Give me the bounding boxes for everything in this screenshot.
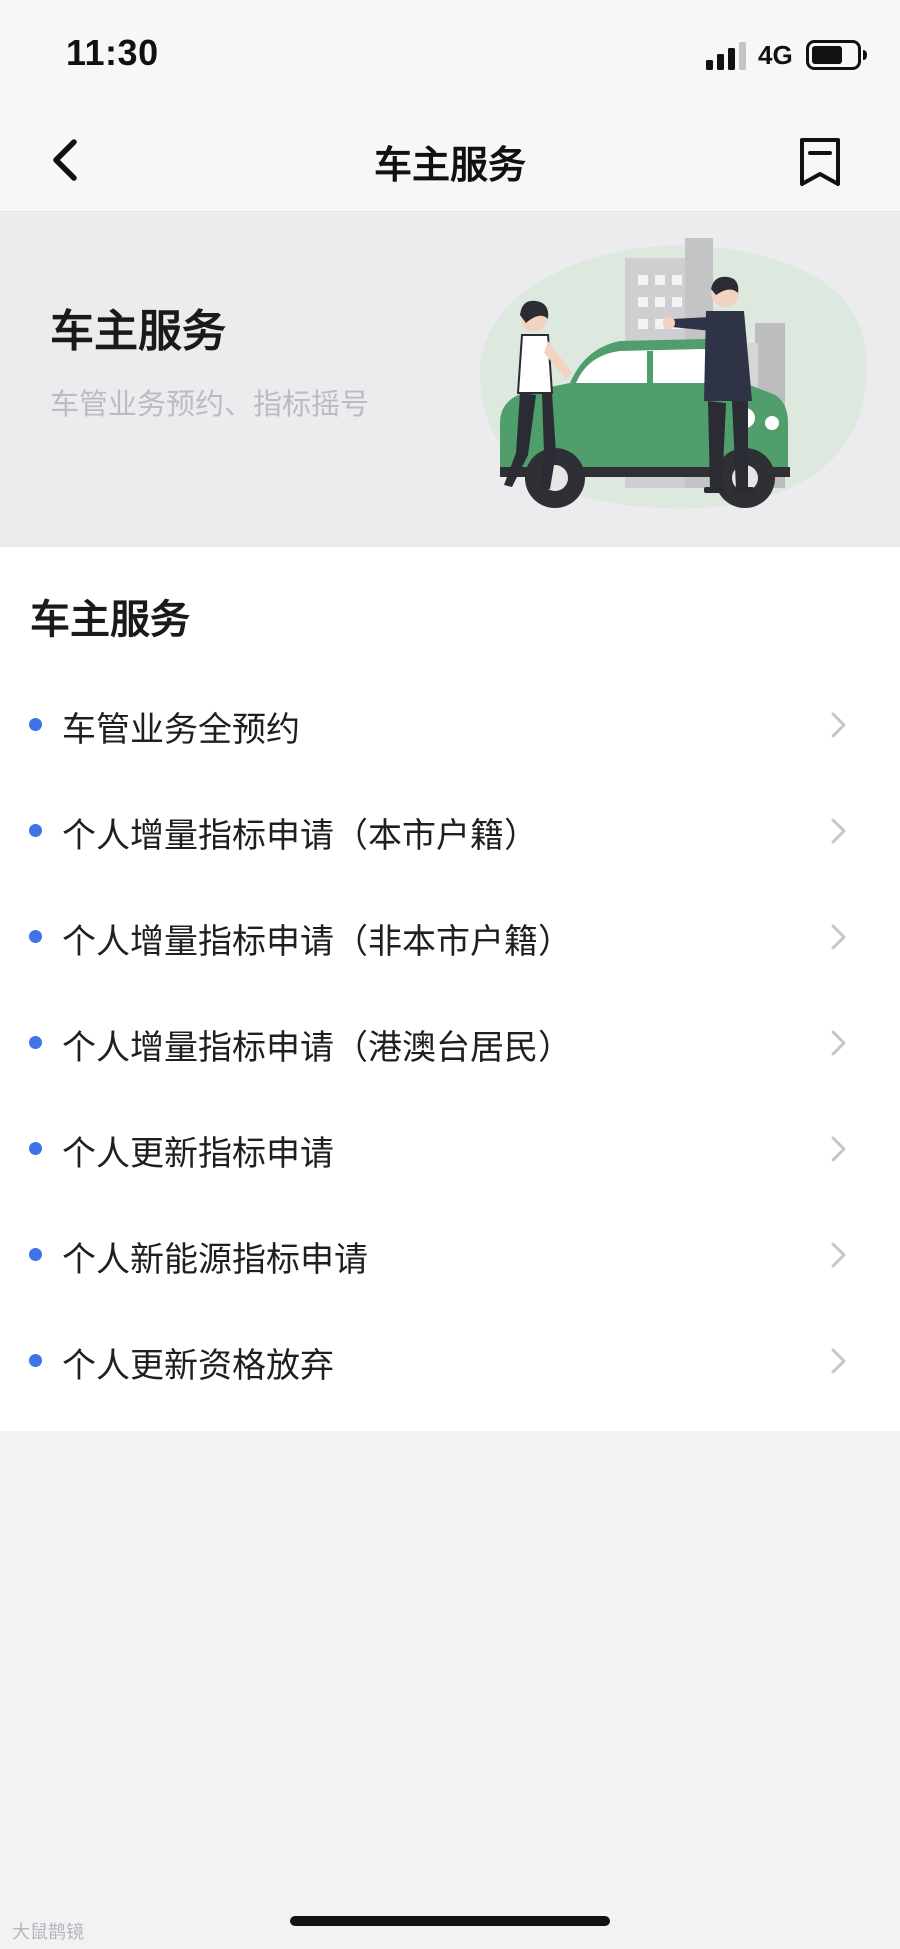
list-item-label: 个人更新指标申请 [62, 1134, 334, 1174]
chevron-right-icon [831, 1242, 846, 1268]
list-item-label: 个人增量指标申请（非本市户籍） [62, 922, 572, 962]
list-item-label: 个人新能源指标申请 [62, 1240, 368, 1280]
app-screen: 11:30 4G 车主服务 车主服务 车管业务预约、指标摇号 车主服务 车管业务… [0, 0, 900, 1949]
list-item[interactable]: 个人更新资格放弃 [0, 1308, 900, 1414]
car-owners-illustration [480, 238, 868, 509]
list-item[interactable]: 个人增量指标申请（港澳台居民） [0, 990, 900, 1096]
signal-icon [706, 42, 746, 70]
chevron-right-icon [831, 818, 846, 844]
status-time: 11:30 [66, 32, 159, 73]
banner: 车主服务 车管业务预约、指标摇号 [0, 213, 900, 547]
chevron-right-icon [831, 1030, 846, 1056]
list-item-label: 个人增量指标申请（本市户籍） [62, 816, 538, 856]
bullet-dot [29, 1142, 42, 1155]
chevron-right-icon [831, 924, 846, 950]
list-item-label: 个人增量指标申请（港澳台居民） [62, 1028, 572, 1068]
list-item[interactable]: 个人增量指标申请（非本市户籍） [0, 884, 900, 990]
bullet-dot [29, 1248, 42, 1261]
status-bar: 11:30 4G [0, 0, 900, 108]
bullet-dot [29, 930, 42, 943]
bullet-dot [29, 718, 42, 731]
home-indicator[interactable] [290, 1916, 610, 1926]
list-item-label: 个人更新资格放弃 [62, 1346, 334, 1386]
services-card: 车主服务 车管业务全预约 个人增量指标申请（本市户籍） 个人增量指标申请（非本市… [0, 547, 900, 1431]
chevron-right-icon [831, 712, 846, 738]
battery-icon [806, 40, 867, 70]
bookmark-button[interactable] [790, 132, 850, 192]
services-list: 车管业务全预约 个人增量指标申请（本市户籍） 个人增量指标申请（非本市户籍） 个… [0, 672, 900, 1414]
list-item[interactable]: 车管业务全预约 [0, 672, 900, 778]
list-item[interactable]: 个人增量指标申请（本市户籍） [0, 778, 900, 884]
chevron-right-icon [831, 1348, 846, 1374]
network-label: 4G [758, 40, 793, 70]
nav-bar: 车主服务 [0, 108, 900, 212]
list-item[interactable]: 个人新能源指标申请 [0, 1202, 900, 1308]
watermark: 大鼠鹊镜 [12, 1922, 84, 1943]
list-item[interactable]: 个人更新指标申请 [0, 1096, 900, 1202]
banner-subtitle: 车管业务预约、指标摇号 [50, 387, 370, 421]
banner-title: 车主服务 [50, 306, 226, 357]
page-title: 车主服务 [373, 143, 526, 187]
section-title: 车主服务 [30, 597, 190, 643]
chevron-right-icon [831, 1136, 846, 1162]
bullet-dot [29, 824, 42, 837]
bullet-dot [29, 1354, 42, 1367]
bookmark-icon [800, 138, 840, 186]
list-item-label: 车管业务全预约 [62, 710, 300, 750]
bullet-dot [29, 1036, 42, 1049]
